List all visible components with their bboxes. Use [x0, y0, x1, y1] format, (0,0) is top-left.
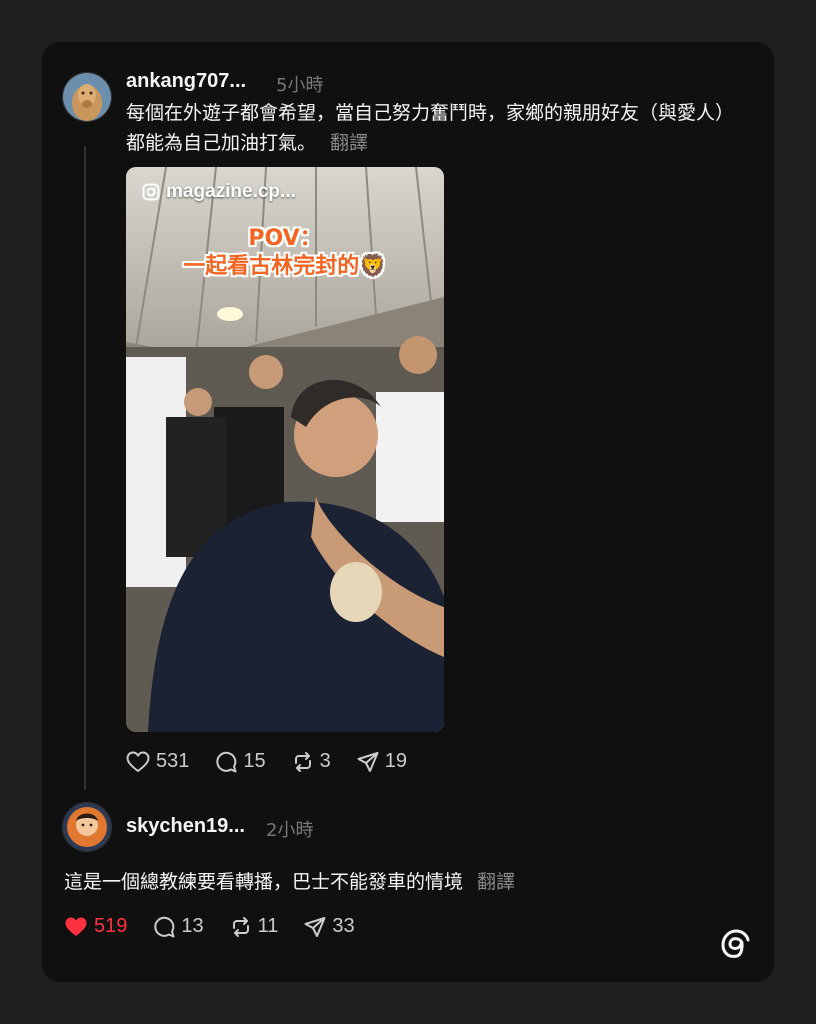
reply-actions: 519 13 11 33: [64, 915, 381, 938]
instagram-icon: [142, 183, 160, 201]
heart-filled-icon: [65, 917, 87, 936]
comment-count: 15: [243, 750, 266, 772]
cartoon-avatar-image: [63, 803, 111, 851]
thread-connector-line: [84, 146, 86, 790]
reply-share-count: 33: [332, 915, 355, 937]
reply-avatar[interactable]: [62, 802, 112, 852]
share-button[interactable]: 19: [357, 750, 407, 773]
threads-logo-icon[interactable]: [720, 928, 752, 962]
post-actions: 531 15 3 19: [126, 750, 433, 773]
post-body: 每個在外遊子都會希望，當自己努力奮鬥時，家鄉的親朋好友（與愛人）都能為自己加油打…: [126, 98, 746, 158]
reply-share-button[interactable]: 33: [304, 915, 355, 938]
post-text: 每個在外遊子都會希望，當自己努力奮鬥時，家鄉的親朋好友（與愛人）都能為自己加油打…: [126, 102, 735, 154]
post-video[interactable]: magazine.cp... POV： 一起看古林完封的🦁: [126, 167, 444, 732]
heart-icon: [126, 751, 150, 772]
post-username[interactable]: ankang707...: [126, 70, 246, 93]
comment-button[interactable]: 15: [215, 750, 266, 773]
share-icon: [357, 751, 379, 772]
comment-icon: [216, 751, 237, 772]
repost-count: 3: [319, 750, 331, 772]
reply-like-button[interactable]: 519: [64, 915, 127, 938]
video-handle-text: magazine.cp...: [166, 181, 296, 202]
video-source-handle: magazine.cp...: [142, 181, 296, 203]
repost-icon: [294, 751, 311, 772]
reply-like-count: 519: [94, 915, 128, 937]
lion-avatar-image: [63, 73, 111, 121]
like-button[interactable]: 531: [126, 750, 189, 773]
video-caption-line2: 一起看古林完封的🦁: [183, 254, 387, 279]
repost-icon: [232, 916, 249, 937]
repost-button[interactable]: 3: [292, 750, 331, 773]
comment-icon: [154, 916, 175, 937]
reply-username[interactable]: skychen19...: [126, 815, 245, 838]
reply-translate-link[interactable]: 翻譯: [477, 871, 515, 893]
reply-body: 這是一個總教練要看轉播，巴士不能發車的情境 翻譯: [64, 867, 744, 897]
post-avatar[interactable]: [62, 72, 112, 122]
video-caption-line1: POV：: [248, 226, 322, 251]
reply-comment-button[interactable]: 13: [153, 915, 204, 938]
reply-text: 這是一個總教練要看轉播，巴士不能發車的情境: [64, 871, 464, 893]
reply-comment-count: 13: [181, 915, 204, 937]
reply-repost-count: 11: [257, 915, 279, 937]
translate-link[interactable]: 翻譯: [330, 132, 368, 154]
share-count: 19: [384, 750, 407, 772]
share-icon: [304, 916, 326, 937]
like-count: 531: [156, 750, 190, 772]
reply-repost-button[interactable]: 11: [230, 915, 279, 938]
reply-timestamp: 2小時: [266, 820, 314, 841]
post-timestamp: 5小時: [276, 75, 324, 96]
